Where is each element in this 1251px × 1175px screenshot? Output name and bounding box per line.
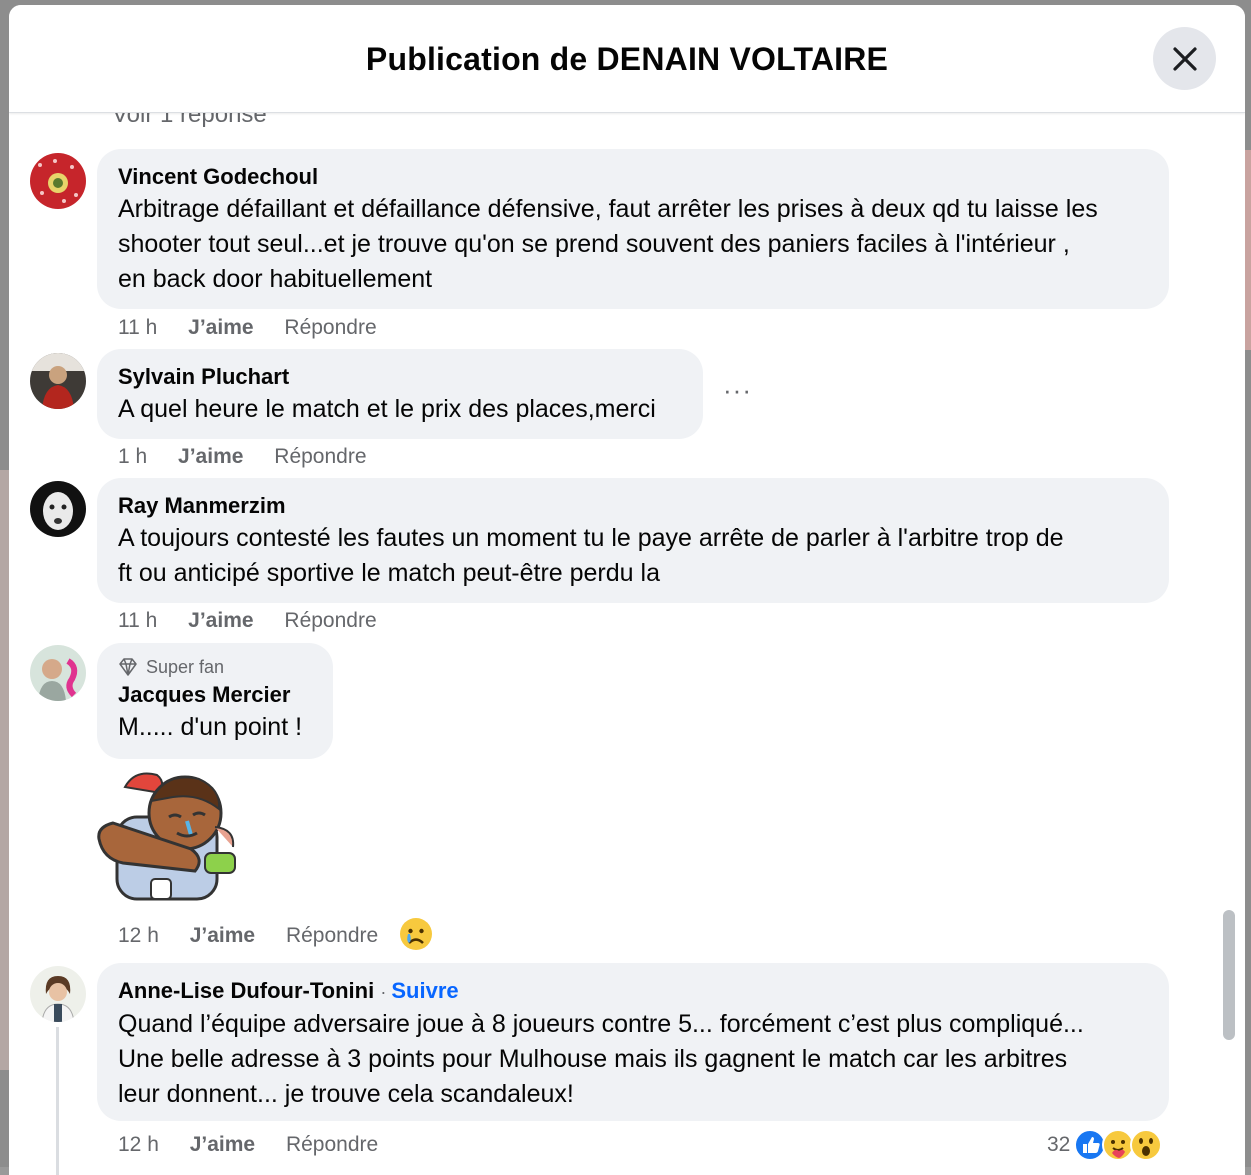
- comment-bubble: Vincent Godechoul Arbitrage défaillant e…: [97, 149, 1169, 309]
- like-button[interactable]: J’aime: [190, 1133, 255, 1156]
- comment-bubble: Anne-Lise Dufour-Tonini · Suivre Quand l…: [97, 963, 1169, 1121]
- like-button[interactable]: J’aime: [178, 445, 243, 468]
- wow-icon: [1130, 1129, 1163, 1161]
- modal-title: Publication de DENAIN VOLTAIRE: [365, 41, 889, 77]
- close-button[interactable]: [1153, 27, 1216, 90]
- comment-bubble: Ray Manmerzim A toujours contesté les fa…: [97, 478, 1169, 603]
- avatar[interactable]: [30, 481, 86, 537]
- reply-button[interactable]: Répondre: [274, 445, 366, 468]
- like-button[interactable]: J’aime: [188, 609, 253, 632]
- super-fan-badge: Super fan: [118, 654, 311, 680]
- avatar[interactable]: [30, 966, 86, 1022]
- comment-time[interactable]: 1 h: [118, 445, 147, 468]
- comment-bubble: Sylvain Pluchart A quel heure le match e…: [97, 349, 703, 439]
- comment-text-line: Arbitrage défaillant et défaillance défe…: [118, 195, 1098, 223]
- comment-author[interactable]: Vincent Godechoul: [118, 162, 1147, 192]
- reply-button[interactable]: Répondre: [284, 316, 376, 339]
- sad-cry-emoji-icon[interactable]: [399, 917, 433, 956]
- comment-text-line: Quand l’équipe adversaire joue à 8 joueu…: [118, 1010, 1084, 1038]
- close-icon: [1172, 46, 1197, 71]
- comment-text-line: A quel heure le match et le prix des pla…: [118, 395, 656, 423]
- diamond-icon: [119, 658, 137, 676]
- comment-text-line: shooter tout seul...et je trouve qu'on s…: [118, 230, 1070, 258]
- sticker-image: [95, 767, 240, 909]
- comment-actions: 11 h J’aime Répondre: [118, 316, 402, 340]
- scrollbar-thumb[interactable]: [1223, 910, 1235, 1040]
- comment-author[interactable]: Sylvain Pluchart: [118, 362, 681, 392]
- follow-button[interactable]: Suivre: [391, 978, 458, 1003]
- comment-time[interactable]: 12 h: [118, 1133, 159, 1156]
- like-button[interactable]: J’aime: [188, 316, 253, 339]
- comment-author[interactable]: Jacques Mercier: [118, 680, 311, 710]
- reaction-count: 32: [1047, 1133, 1071, 1156]
- comment-author[interactable]: Ray Manmerzim: [118, 491, 1147, 521]
- badge-label: Super fan: [146, 657, 225, 677]
- comment-time[interactable]: 12 h: [118, 924, 159, 947]
- comment-text-line: A toujours contesté les fautes un moment…: [118, 524, 1064, 552]
- view-replies-link[interactable]: Voir 1 réponse: [112, 113, 267, 129]
- comment-text-line: Une belle adresse à 3 points pour Mulhou…: [118, 1045, 1068, 1073]
- post-modal: Publication de DENAIN VOLTAIRE Voir 1 ré…: [9, 5, 1245, 1175]
- reply-button[interactable]: Répondre: [284, 609, 376, 632]
- modal-header: Publication de DENAIN VOLTAIRE: [9, 5, 1245, 113]
- like-button[interactable]: J’aime: [190, 924, 255, 947]
- comment-bubble: Super fan Jacques Mercier M..... d'un po…: [97, 643, 333, 759]
- avatar[interactable]: [30, 645, 86, 701]
- comment-actions: 1 h J’aime Répondre: [118, 445, 392, 469]
- comment-author-row: Anne-Lise Dufour-Tonini · Suivre: [118, 976, 1147, 1007]
- comment-text-line: M..... d'un point !: [118, 713, 303, 741]
- comments-list[interactable]: Voir 1 réponse Vincent Godechoul Arbitra…: [9, 113, 1245, 1175]
- comment-text-line: leur donnent... je trouve cela scandaleu…: [118, 1080, 574, 1108]
- comment-text-line: en back door habituellement: [118, 265, 433, 293]
- avatar[interactable]: [30, 353, 86, 409]
- separator-dot: ·: [380, 982, 392, 1002]
- comment-actions: 12 h J’aime Répondre: [118, 1133, 403, 1157]
- reply-button[interactable]: Répondre: [286, 1133, 378, 1156]
- more-options-button[interactable]: ···: [723, 375, 752, 406]
- reply-button[interactable]: Répondre: [286, 924, 378, 947]
- comment-text-line: ft ou anticipé sportive le match peut-êt…: [118, 559, 660, 587]
- comment-actions: 12 h J’aime Répondre: [118, 924, 403, 948]
- reply-thread-line: [56, 1027, 59, 1175]
- comment-author[interactable]: Anne-Lise Dufour-Tonini: [118, 978, 374, 1003]
- reaction-summary[interactable]: 32: [1047, 1129, 1163, 1161]
- comment-time[interactable]: 11 h: [118, 316, 157, 339]
- comment-time[interactable]: 11 h: [118, 609, 157, 632]
- avatar[interactable]: [30, 153, 86, 209]
- comment-actions: 11 h J’aime Répondre: [118, 609, 402, 633]
